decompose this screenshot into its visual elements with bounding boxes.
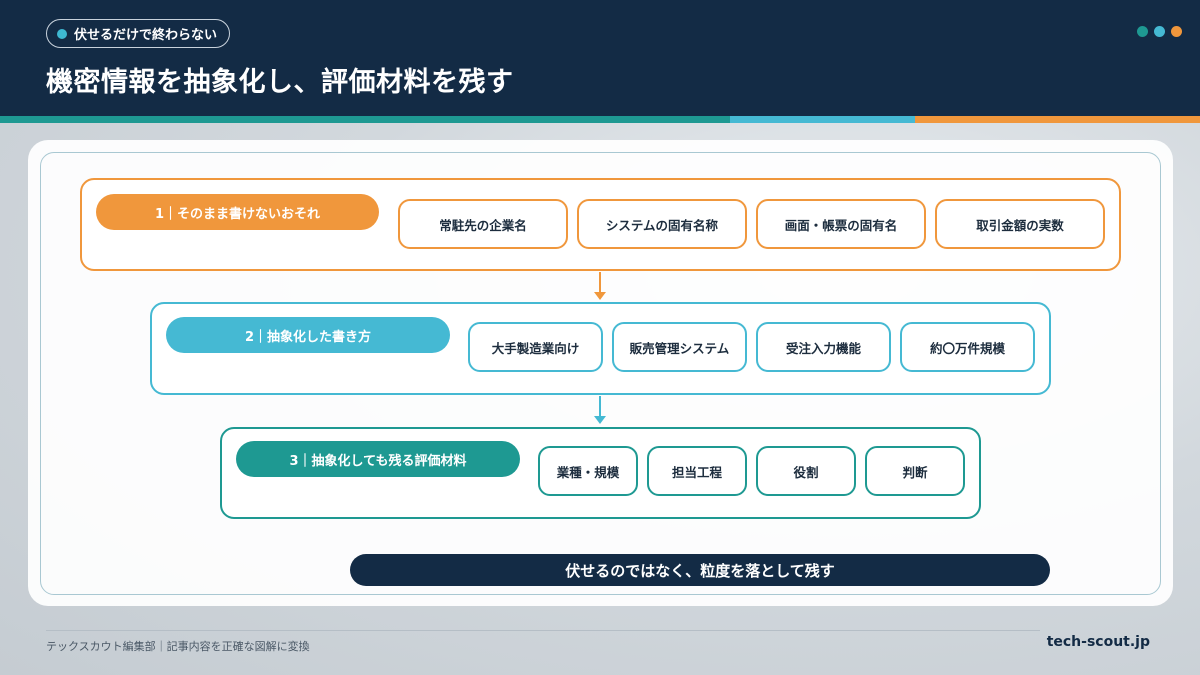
footer-divider [46, 630, 1040, 631]
kicker-badge: 伏せるだけで終わらない [46, 19, 231, 48]
dot-icon [1154, 26, 1165, 37]
accent-stripe-orange [915, 116, 1200, 123]
layer-2-item: 受注入力機能 [756, 322, 891, 372]
layer-3-item: 業種・規模 [538, 446, 638, 496]
accent-stripe-teal [0, 116, 730, 123]
header: 伏せるだけで終わらない 機密情報を抽象化し、評価材料を残す [0, 0, 1200, 116]
layer-2-item: 約〇万件規模 [900, 322, 1035, 372]
layer-2-item: 大手製造業向け [468, 322, 603, 372]
down-arrow-icon [594, 272, 606, 300]
layer-1-item: 画面・帳票の固有名 [756, 199, 926, 249]
layer-1-label: 1｜そのまま書けないおそれ [96, 194, 379, 230]
layer-3-item: 役割 [756, 446, 856, 496]
bullet-dot-icon [57, 28, 67, 39]
layer-2-item: 販売管理システム [612, 322, 747, 372]
layer-1-item: システムの固有名称 [577, 199, 747, 249]
down-arrow-icon [594, 396, 606, 424]
slide: 伏せるだけで終わらない 機密情報を抽象化し、評価材料を残す 1｜そのまま書けない… [0, 0, 1200, 675]
layer-2-label: 2｜抽象化した書き方 [166, 317, 450, 353]
footer-credit: テックスカウト編集部｜記事内容を正確な図解に変換 [46, 640, 310, 653]
kicker-label: 伏せるだけで終わらない [74, 28, 218, 43]
accent-stripe-cyan [730, 116, 915, 123]
layer-3-label: 3｜抽象化しても残る評価材料 [236, 441, 520, 477]
layer-3-item: 判断 [865, 446, 965, 496]
summary-banner: 伏せるのではなく、粒度を落として残す [350, 554, 1050, 586]
layer-1-item: 取引金額の実数 [935, 199, 1105, 249]
window-dots [1137, 26, 1182, 37]
footer-site-link[interactable]: tech-scout.jp [1047, 634, 1150, 650]
page-title: 機密情報を抽象化し、評価材料を残す [46, 67, 514, 98]
dot-icon [1171, 26, 1182, 37]
layer-3-item: 担当工程 [647, 446, 747, 496]
layer-1-item: 常駐先の企業名 [398, 199, 568, 249]
dot-icon [1137, 26, 1148, 37]
